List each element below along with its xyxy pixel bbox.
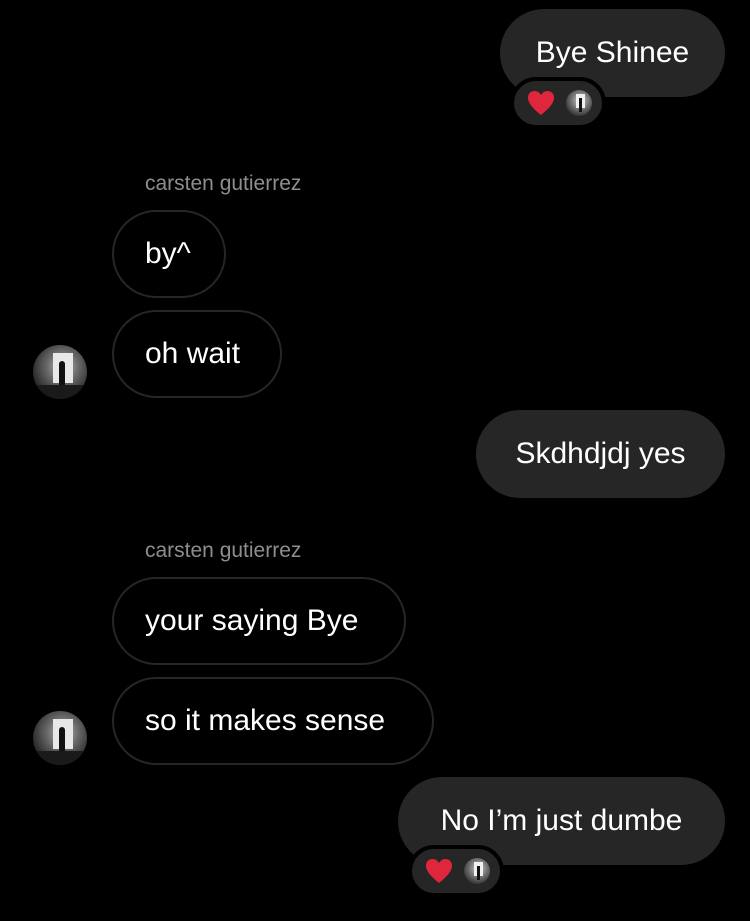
sender-name: carsten gutierrez <box>145 172 302 195</box>
incoming-message-bubble[interactable]: by^ <box>112 210 226 298</box>
message-text: your saying Bye <box>145 604 359 637</box>
message-text: No I’m just dumbe <box>440 804 683 837</box>
message-text: Bye Shinee <box>535 36 690 69</box>
sender-avatar[interactable] <box>33 711 87 765</box>
message-text: so it makes sense <box>145 704 386 737</box>
sender-name: carsten gutierrez <box>145 539 302 562</box>
incoming-message-bubble[interactable]: your saying Bye <box>112 577 406 665</box>
outgoing-message-bubble[interactable]: Skdhdjdj yes <box>476 410 725 498</box>
message-text: Skdhdjdj yes <box>515 437 686 470</box>
heart-icon <box>424 856 454 886</box>
incoming-message-bubble[interactable]: so it makes sense <box>112 677 434 765</box>
sender-avatar[interactable] <box>33 345 87 399</box>
reactor-avatar <box>566 90 592 116</box>
reactions-bar[interactable] <box>408 845 504 897</box>
heart-icon <box>526 88 556 118</box>
reactions-bar[interactable] <box>510 77 606 129</box>
message-text: by^ <box>145 237 191 270</box>
reactor-avatar <box>464 858 490 884</box>
incoming-message-bubble[interactable]: oh wait <box>112 310 282 398</box>
message-text: oh wait <box>145 337 241 370</box>
